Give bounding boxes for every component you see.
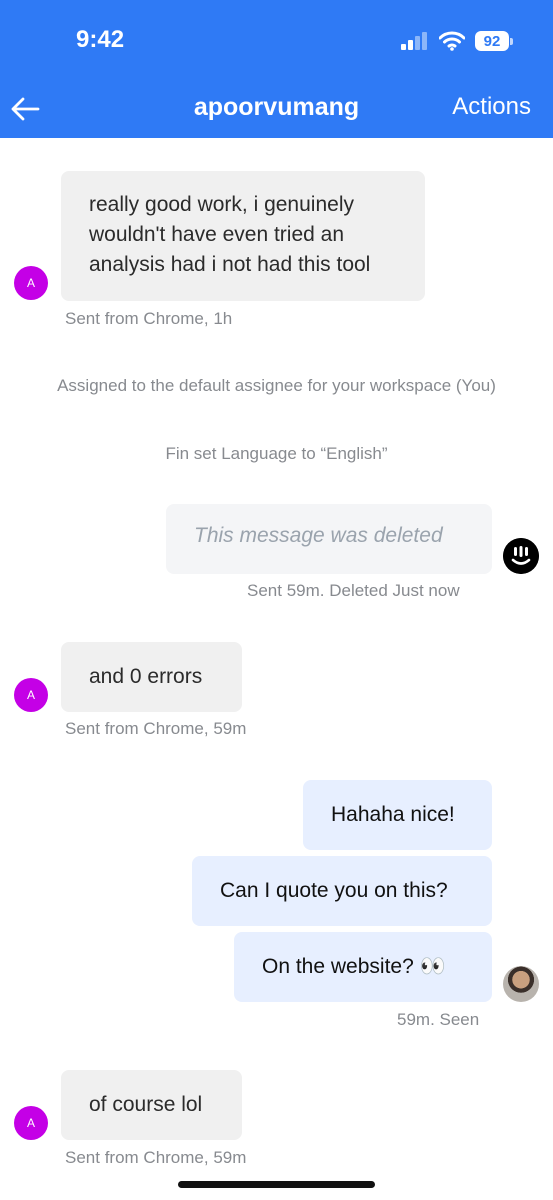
contact-avatar[interactable]: A	[14, 678, 48, 712]
user-avatar[interactable]	[503, 966, 539, 1002]
message-meta: Sent 59m. Deleted Just now	[247, 581, 460, 600]
system-event: Assigned to the default assignee for you…	[57, 376, 496, 395]
message-meta: 59m. Seen	[397, 1010, 480, 1029]
message-meta: Sent from Chrome, 1h	[65, 309, 233, 328]
bot-avatar-icon[interactable]	[503, 538, 539, 574]
top-bar: 9:42 92 apoorvumang Actions	[0, 0, 553, 138]
contact-avatar[interactable]: A	[14, 1106, 48, 1140]
actions-button[interactable]: Actions	[452, 93, 531, 121]
status-time: 9:42	[76, 26, 125, 53]
deleted-message[interactable]: This message was deleted	[166, 504, 492, 574]
message-meta: Sent from Chrome, 59m	[65, 1148, 247, 1167]
outgoing-message[interactable]: Can I quote you on this?	[192, 856, 492, 926]
incoming-message[interactable]: of course lol	[61, 1070, 242, 1140]
status-icons: 92	[401, 30, 513, 52]
outgoing-message[interactable]: On the website? 👀	[234, 932, 492, 1002]
incoming-message[interactable]: really good work, i genuinely wouldn't h…	[61, 171, 425, 301]
incoming-message[interactable]: and 0 errors	[61, 642, 242, 712]
wifi-icon	[439, 31, 465, 51]
contact-avatar[interactable]: A	[14, 266, 48, 300]
message-meta: Sent from Chrome, 59m	[65, 719, 247, 738]
home-indicator[interactable]	[178, 1181, 375, 1188]
outgoing-message[interactable]: Hahaha nice!	[303, 780, 492, 850]
system-event: Fin set Language to “English”	[165, 444, 388, 463]
battery-icon: 92	[475, 31, 513, 51]
cellular-signal-icon	[401, 32, 427, 50]
